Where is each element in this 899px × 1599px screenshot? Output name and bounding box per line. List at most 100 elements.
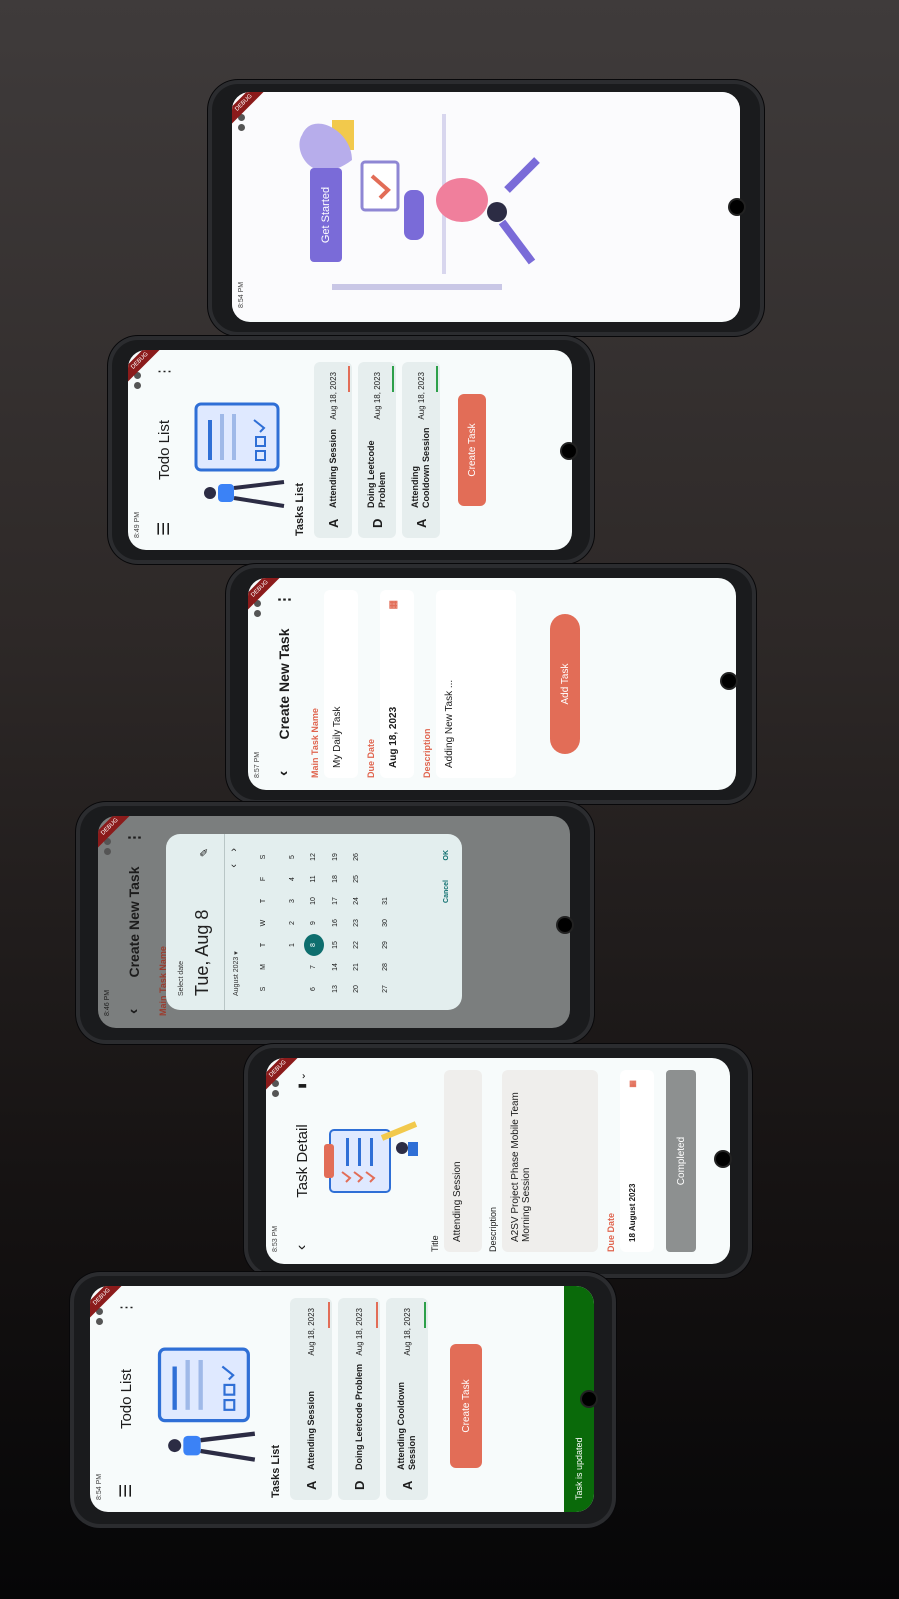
calendar-day[interactable]: 17 [325,890,345,912]
task-status-bar [424,1302,426,1328]
task-card[interactable]: A Attending Session Aug 18, 2023 [314,362,352,538]
task-card[interactable]: D Doing Leetcode Problem Aug 18, 2023 [358,362,396,538]
task-name: Attending Cooldown Session [410,427,431,508]
app-bar: ‹ Create New Task ⋮ [266,578,302,790]
picker-headline: Tue, Aug 8 [192,909,212,996]
calendar-day[interactable]: 15 [325,934,345,956]
calendar-day[interactable]: 3 [282,890,302,912]
cancel-button[interactable]: Cancel [443,880,450,903]
weekday-label: T [260,942,267,948]
task-name: Attending Cooldown Session [396,1382,417,1470]
calendar-day[interactable]: 23 [347,912,367,934]
status-bar: 8:57 PM [248,578,266,790]
task-card[interactable]: D Doing Leetcode Problem Aug 18, 2023 [338,1298,380,1500]
calendar-day[interactable]: 7 [304,956,324,978]
task-date: Aug 18, 2023 [354,1308,364,1356]
task-card[interactable]: A Attending Session Aug 18, 2023 [290,1298,332,1500]
calendar-day[interactable]: 19 [325,846,345,868]
task-name-input[interactable]: My Daily Task [324,590,358,778]
calendar-day[interactable]: 12 [304,846,324,868]
app-bar: ‹ Create New Task ⋮ [116,816,152,1028]
add-task-button[interactable]: Add Task [550,614,580,754]
prev-month-icon[interactable]: ‹ [228,864,240,868]
page-title: Todo List [155,419,173,481]
calendar-day[interactable]: 21 [347,956,367,978]
calendar-day-selected[interactable]: 8 [303,934,324,956]
task-card[interactable]: A Attending Cooldown Session Aug 18, 202… [386,1298,428,1500]
task-status-bar [436,366,438,392]
back-icon[interactable]: ‹ [275,771,293,776]
edit-delete-icon[interactable]: ▮ ⌄ [297,1072,308,1089]
status-time: 8:57 PM [253,751,261,778]
page-title: Create New Task [126,866,142,978]
back-icon[interactable]: ‹ [293,1245,311,1250]
calendar-day[interactable]: 11 [304,868,324,890]
weekday-row: S M T W T F S [252,844,274,1000]
more-icon[interactable]: ⋮ [117,1300,135,1315]
calendar-day[interactable]: 10 [304,890,324,912]
description-field: A2SV Project Phase Mobile Team Morning S… [502,1070,598,1252]
calendar-day[interactable]: 28 [375,956,395,978]
create-task-button[interactable]: Create Task [458,394,486,506]
weekday-label: W [260,919,267,927]
more-icon[interactable]: ⋮ [275,592,293,607]
calendar-day[interactable]: 4 [282,868,302,890]
task-initial: A [325,518,341,528]
calendar-day[interactable]: 29 [375,934,395,956]
task-status-bar [328,1302,330,1328]
task-name: Attending Session [327,428,338,508]
task-status-bar [376,1302,378,1328]
camera-punch-hole [722,674,736,688]
calendar-day[interactable]: 16 [325,912,345,934]
calendar-day[interactable]: 22 [347,934,367,956]
status-bar: 8:49 PM [128,350,146,550]
phone-todo-list: 8:49 PM DEBUG ☰ Todo List ⋮ Tasks List A… [112,340,590,560]
task-status-bar [348,366,350,392]
create-task-button[interactable]: Create Task [450,1344,482,1468]
task-date: Aug 18, 2023 [372,372,382,420]
calendar-icon[interactable]: ▦ [388,600,406,609]
more-icon[interactable]: ⋮ [125,830,143,845]
calendar-day[interactable]: 18 [325,868,345,890]
calendar-day[interactable]: 13 [325,978,345,1000]
page-title: Create New Task [276,628,292,740]
calendar-icon: ▦ [628,1080,637,1088]
calendar-day[interactable]: 26 [347,846,367,868]
calendar-week: 2728293031 [367,844,396,1000]
app-bar: ‹ Task Detail ▮ ⌄ [284,1058,320,1264]
ok-button[interactable]: OK [443,850,450,861]
calendar-day[interactable]: 30 [375,912,395,934]
calendar-day[interactable]: 20 [347,978,367,1000]
calendar-day[interactable]: 9 [304,912,324,934]
month-selector[interactable]: August 2023 ▾ [232,951,240,996]
calendar-day[interactable]: 2 [282,912,302,934]
phone-create-task: 8:57 PM DEBUG ‹ Create New Task ⋮ Main T… [230,568,752,800]
next-month-icon[interactable]: › [228,848,240,852]
due-date-label: Due Date [606,1212,616,1252]
camera-punch-hole [730,200,744,214]
menu-icon[interactable]: ☰ [154,522,174,536]
calendar-day[interactable]: 25 [347,868,367,890]
status-time: 8:54 PM [95,1473,103,1500]
weekday-label: T [260,898,267,904]
calendar-day[interactable]: 24 [347,890,367,912]
title-field: Attending Session [444,1070,482,1252]
calendar-day[interactable]: 14 [325,956,345,978]
edit-icon[interactable]: ✎ [198,848,211,857]
description-input[interactable]: Adding New Task ... [436,590,516,778]
weekday-label: S [260,854,267,860]
completed-button[interactable]: Completed [666,1070,696,1252]
calendar-day[interactable]: 27 [375,978,395,1000]
calendar-day[interactable]: 5 [282,846,302,868]
calendar-day[interactable]: 6 [304,978,324,1000]
calendar-day[interactable]: 1 [282,934,302,956]
menu-icon[interactable]: ☰ [116,1484,136,1498]
more-icon[interactable]: ⋮ [155,364,173,379]
task-initial: A [413,518,429,528]
calendar-day[interactable]: 31 [375,890,395,912]
weekday-label: M [260,964,267,970]
back-icon[interactable]: ‹ [125,1009,143,1014]
get-started-button[interactable]: Get Started [310,168,342,262]
due-date-input[interactable]: Aug 18, 2023 ▦ [380,590,414,778]
task-card[interactable]: A Attending Cooldown Session Aug 18, 202… [402,362,440,538]
